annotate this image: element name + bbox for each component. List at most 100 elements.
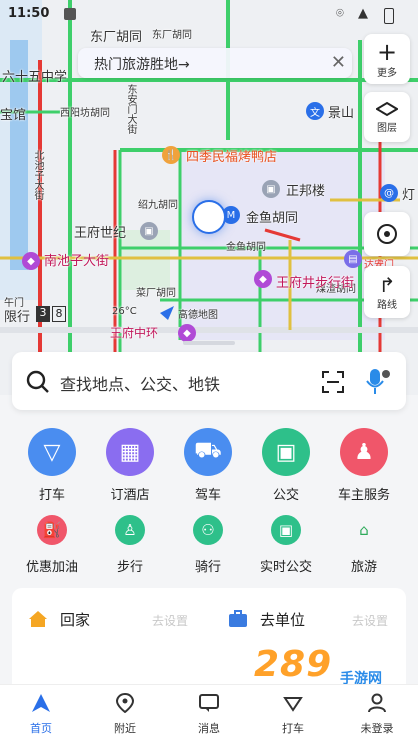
map-label: 景山 — [328, 106, 355, 121]
home-set-link[interactable]: 去设置 — [152, 612, 188, 629]
map-label: 王府世纪 — [74, 226, 127, 241]
nav-label: 未登录 — [360, 722, 394, 735]
building-icon[interactable]: ▣ — [262, 180, 280, 198]
search-input[interactable]: 查找地点、公交、地铁 — [60, 371, 220, 395]
service-label: 优惠加油 — [25, 560, 78, 575]
work-label[interactable]: 去单位 — [260, 609, 305, 630]
promo-banner[interactable]: 热门旅游胜地→ ✕ — [78, 48, 352, 78]
hotel-icon: ▦ — [106, 428, 154, 476]
nav-label: 首页 — [30, 722, 52, 735]
bus-icon: ▣ — [262, 428, 310, 476]
map-label: 东厂胡同 — [152, 30, 192, 41]
service-item[interactable]: ♙ 步行 — [91, 506, 169, 575]
nav-profile[interactable]: 未登录 — [342, 693, 412, 736]
status-time: 11:50 — [8, 6, 50, 21]
layers-icon — [376, 101, 398, 116]
route-icon: ↱ — [378, 272, 396, 297]
service-item[interactable]: ▦ 订酒店 — [91, 428, 169, 503]
realtime-bus-icon: ▣ — [271, 515, 301, 545]
service-label: 车主服务 — [337, 488, 390, 503]
shopping-icon[interactable]: ◆ — [178, 324, 196, 342]
layers-label: 图层 — [377, 122, 397, 134]
map-poi-label[interactable]: 王府中环 — [110, 324, 158, 341]
search-card[interactable]: 查找地点、公交、地铁 — [12, 352, 406, 410]
nav-nearby[interactable]: 附近 — [90, 692, 160, 736]
map-poi-label[interactable]: 四季民福烤鸭店 — [186, 146, 277, 165]
travel-icon: ⌂ — [359, 521, 369, 539]
map-poi-label[interactable]: 王府井步行街 — [276, 272, 354, 291]
service-label: 实时公交 — [259, 560, 312, 575]
nav-label: 消息 — [198, 722, 220, 735]
map-poi-label[interactable]: 正邦楼 — [286, 180, 325, 199]
service-label: 公交 — [272, 488, 299, 503]
service-item[interactable]: ▽ 打车 — [13, 428, 91, 503]
nav-taxi[interactable]: 打车 — [258, 693, 328, 736]
service-item[interactable]: ⌂ 旅游 — [325, 506, 403, 575]
service-label: 订酒店 — [110, 488, 150, 503]
hotel-icon[interactable]: ▤ — [344, 250, 362, 268]
service-item[interactable]: ♟ 车主服务 — [325, 428, 403, 503]
map-label: 菜厂胡同 — [136, 288, 176, 299]
battery-icon — [384, 8, 394, 24]
building-icon[interactable]: ▣ — [140, 222, 158, 240]
map-label: 灯 — [402, 188, 416, 203]
fuel-icon: ⛽ — [37, 515, 67, 545]
banner-text[interactable]: 热门旅游胜地→ — [94, 54, 190, 74]
metro-icon[interactable]: @ — [380, 184, 398, 202]
nav-home[interactable]: 首页 — [6, 693, 76, 736]
service-label: 骑行 — [194, 560, 221, 575]
map-label: 北池子大街 — [32, 150, 43, 200]
service-item[interactable]: ⛽ 优惠加油 — [13, 506, 91, 575]
work-set-link[interactable]: 去设置 — [352, 612, 388, 629]
service-item[interactable]: ⚇ 骑行 — [169, 506, 247, 575]
home-label[interactable]: 回家 — [60, 609, 90, 630]
more-button[interactable]: + 更多 — [364, 34, 410, 84]
message-icon — [199, 694, 219, 712]
location-status-icon: ⌾ — [336, 6, 344, 21]
shopping-icon[interactable]: ◆ — [254, 270, 272, 288]
car-owner-icon: ♟ — [340, 428, 388, 476]
locate-button[interactable] — [364, 212, 410, 256]
pin-icon — [115, 692, 135, 714]
navigation-arrow-icon — [160, 306, 174, 320]
map-poi-label[interactable]: 南池子大街 — [44, 250, 109, 269]
plus-icon: + — [376, 37, 398, 66]
notification-icon — [64, 8, 76, 20]
map-label: 午门 — [4, 298, 24, 309]
service-label: 驾车 — [194, 488, 221, 503]
close-icon[interactable]: ✕ — [331, 52, 346, 73]
user-icon — [368, 693, 386, 713]
walk-icon: ♙ — [115, 515, 145, 545]
map-label: 西阳坊胡同 — [60, 108, 110, 119]
weather-label: 26°C — [112, 306, 137, 317]
plate-digit: 8 — [52, 306, 66, 322]
user-location-icon[interactable] — [192, 200, 226, 234]
status-bar: 11:50 ⌾ ▲ — [0, 0, 418, 28]
drag-handle[interactable] — [183, 341, 235, 345]
service-item[interactable]: ▣ 公交 — [247, 428, 325, 503]
route-label: 路线 — [377, 299, 397, 311]
map-label: 六十五中学 — [2, 70, 68, 85]
route-button[interactable]: ↱ 路线 — [364, 266, 410, 318]
watermark-logo: 289 — [254, 644, 333, 685]
bottom-nav: 首页 附近 消息 打车 未登录 — [0, 684, 418, 745]
restaurant-icon[interactable]: 🍴 — [162, 146, 180, 164]
map-label: 东安门大街 — [125, 84, 136, 134]
layers-button[interactable]: 图层 — [364, 92, 410, 142]
bike-icon: ⚇ — [193, 515, 223, 545]
service-item[interactable]: ⛟ 驾车 — [169, 428, 247, 503]
map-label: 绍九胡同 — [138, 200, 178, 211]
plate-digit: 3 — [36, 306, 50, 322]
service-item[interactable]: ▣ 实时公交 — [247, 506, 325, 575]
briefcase-icon — [228, 610, 248, 628]
landmark-icon[interactable]: 文 — [306, 102, 324, 120]
nav-messages[interactable]: 消息 — [174, 693, 244, 736]
service-label: 打车 — [38, 488, 65, 503]
voice-icon[interactable] — [364, 368, 390, 396]
home-nav-icon — [32, 694, 50, 712]
car-icon: ⛟ — [184, 428, 232, 476]
home-icon — [28, 610, 48, 628]
scan-icon[interactable] — [322, 371, 344, 393]
taxi-icon: ▽ — [28, 428, 76, 476]
shopping-icon[interactable]: ◆ — [22, 252, 40, 270]
